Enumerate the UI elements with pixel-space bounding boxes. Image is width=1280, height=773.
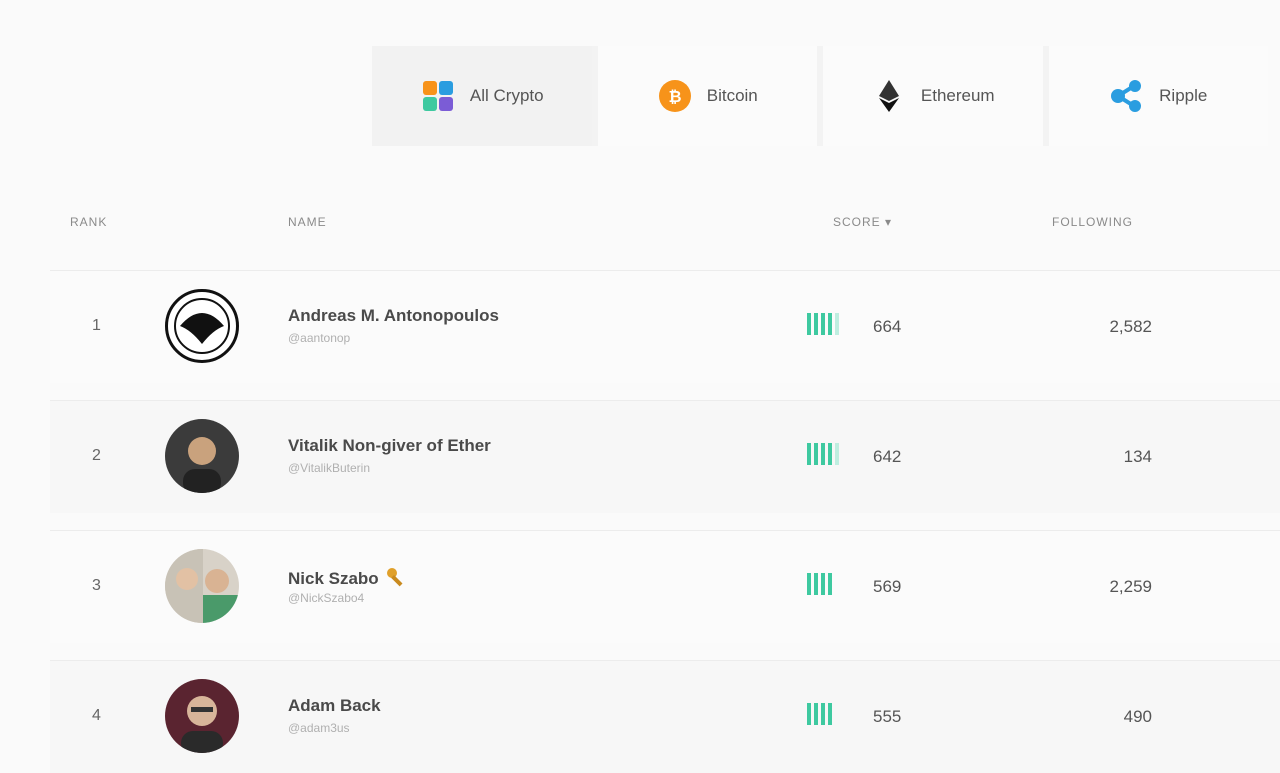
table-row[interactable]: 4 Adam Back @adam3us 555 490 — [50, 660, 1280, 773]
table-row[interactable]: 1 Andreas M. Antonopoulos @aantonop 664 … — [50, 270, 1280, 383]
user-handle[interactable]: @adam3us — [288, 721, 350, 735]
table-row[interactable]: 2 Vitalik Non-giver of Ether @VitalikBut… — [50, 400, 1280, 513]
tab-ripple[interactable]: Ripple — [1048, 46, 1268, 146]
table-row[interactable]: 3 Nick Szabo @NickSzabo4 569 2,259 — [50, 530, 1280, 643]
user-name-with-badge[interactable]: Nick Szabo — [288, 566, 407, 593]
avatar — [165, 549, 239, 623]
score-bars — [807, 573, 832, 595]
following-value: 134 — [1123, 447, 1152, 466]
tab-label: Ripple — [1159, 86, 1208, 105]
rank-column-header: RANK — [70, 215, 108, 229]
user-handle[interactable]: @aantonop — [288, 331, 350, 345]
rank-value: 2 — [92, 447, 101, 464]
user-name[interactable]: Adam Back — [288, 696, 381, 716]
all-crypto-icon — [420, 78, 456, 114]
tab-label: Ethereum — [920, 86, 995, 105]
following-column-header[interactable]: FOLLOWING — [1052, 215, 1133, 229]
tab-all-crypto[interactable]: All Crypto — [372, 46, 592, 146]
avatar — [165, 679, 239, 753]
score-bars — [807, 703, 832, 725]
rank-value: 1 — [92, 317, 101, 334]
key-icon — [385, 566, 407, 593]
score-value: 555 — [873, 707, 902, 726]
user-name: Nick Szabo — [288, 568, 379, 588]
tab-label: Bitcoin — [706, 86, 758, 105]
user-name[interactable]: Andreas M. Antonopoulos — [288, 306, 499, 326]
score-value: 642 — [873, 447, 902, 466]
following-value: 2,582 — [1109, 317, 1152, 336]
avatar — [165, 419, 239, 493]
bitcoin-icon: ₿ — [657, 78, 693, 114]
score-bars — [807, 443, 839, 465]
svg-text:₿: ₿ — [668, 87, 681, 106]
score-value: 569 — [873, 577, 902, 596]
crypto-tabs: All Crypto ₿ Bitcoin Ethereum Ripple — [372, 46, 1268, 146]
score-value: 664 — [873, 317, 902, 336]
tab-bitcoin[interactable]: ₿ Bitcoin — [597, 46, 817, 146]
avatar — [165, 289, 239, 363]
ripple-icon — [1109, 78, 1145, 114]
following-value: 2,259 — [1109, 577, 1152, 596]
score-bars — [807, 313, 839, 335]
user-name[interactable]: Vitalik Non-giver of Ether — [288, 436, 491, 456]
name-column-header[interactable]: NAME — [288, 215, 327, 229]
ethereum-icon — [871, 78, 907, 114]
table-header: RANK NAME SCORE ▾ FOLLOWING — [0, 212, 1280, 232]
user-handle[interactable]: @NickSzabo4 — [288, 591, 364, 605]
rank-value: 4 — [92, 707, 101, 724]
user-handle[interactable]: @VitalikButerin — [288, 461, 370, 475]
score-column-header[interactable]: SCORE ▾ — [833, 215, 892, 229]
rank-value: 3 — [92, 577, 101, 594]
tab-label: All Crypto — [469, 86, 544, 105]
following-value: 490 — [1123, 707, 1152, 726]
tab-ethereum[interactable]: Ethereum — [823, 46, 1043, 146]
